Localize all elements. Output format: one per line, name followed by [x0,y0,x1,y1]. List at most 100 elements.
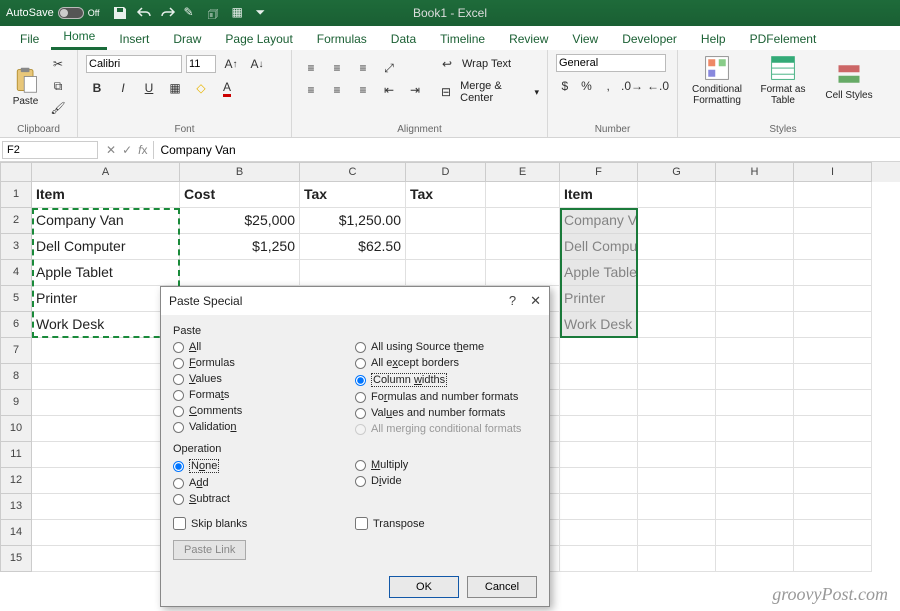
cell-A12[interactable] [32,468,180,494]
cell-I6[interactable] [794,312,872,338]
enter-icon[interactable]: ✓ [122,143,132,157]
bold-button[interactable]: B [86,78,108,98]
cell-G13[interactable] [638,494,716,520]
row-header-5[interactable]: 5 [0,286,32,312]
percent-icon[interactable]: % [578,76,596,96]
cell-C3[interactable]: $62.50 [300,234,406,260]
radio-subtract[interactable]: Subtract [173,493,355,505]
cell-I2[interactable] [794,208,872,234]
row-header-11[interactable]: 11 [0,442,32,468]
cell-I5[interactable] [794,286,872,312]
cell-F11[interactable] [560,442,638,468]
formula-input[interactable] [153,141,900,159]
cell-C1[interactable]: Tax [300,182,406,208]
cell-G11[interactable] [638,442,716,468]
cell-E2[interactable] [486,208,560,234]
radio-values[interactable]: Values [173,373,355,385]
cell-I10[interactable] [794,416,872,442]
number-format-select[interactable] [556,54,666,72]
cell-F6[interactable]: Work Desk [560,312,638,338]
grow-font-icon[interactable]: A↑ [220,54,242,74]
cell-G10[interactable] [638,416,716,442]
cell-H6[interactable] [716,312,794,338]
paste-button[interactable]: Paste [8,66,43,107]
row-header-2[interactable]: 2 [0,208,32,234]
tab-view[interactable]: View [560,28,610,50]
cell-A2[interactable]: Company Van [32,208,180,234]
cell-I3[interactable] [794,234,872,260]
col-header-B[interactable]: B [180,162,300,182]
merge-center-button[interactable]: ⊟Merge & Center▾ [436,80,539,104]
cell-B2[interactable]: $25,000 [180,208,300,234]
cell-A8[interactable] [32,364,180,390]
col-header-E[interactable]: E [486,162,560,182]
col-header-I[interactable]: I [794,162,872,182]
tab-data[interactable]: Data [379,28,428,50]
tab-review[interactable]: Review [497,28,560,50]
radio-divide[interactable]: Divide [355,475,537,487]
col-header-A[interactable]: A [32,162,180,182]
cell-G12[interactable] [638,468,716,494]
radio-comments[interactable]: Comments [173,405,355,417]
cell-E4[interactable] [486,260,560,286]
tab-insert[interactable]: Insert [107,28,161,50]
radio-add[interactable]: Add [173,477,355,489]
cell-C4[interactable] [300,260,406,286]
cell-G4[interactable] [638,260,716,286]
cell-A10[interactable] [32,416,180,442]
cell-F10[interactable] [560,416,638,442]
cell-G14[interactable] [638,520,716,546]
cell-I8[interactable] [794,364,872,390]
indent-inc-icon[interactable]: ⇥ [404,80,426,100]
cell-A3[interactable]: Dell Computer [32,234,180,260]
name-box[interactable] [2,141,98,159]
cell-A7[interactable] [32,338,180,364]
cell-I7[interactable] [794,338,872,364]
format-as-table-button[interactable]: Format as Table [752,54,814,106]
cell-A5[interactable]: Printer [32,286,180,312]
cell-A14[interactable] [32,520,180,546]
align-left-icon[interactable]: ≡ [300,80,322,100]
tab-help[interactable]: Help [689,28,738,50]
autosave-toggle[interactable]: AutoSave Off [6,7,100,19]
col-header-D[interactable]: D [406,162,486,182]
cell-A9[interactable] [32,390,180,416]
radio-formulas[interactable]: Formulas [173,357,355,369]
radio-all-using-source-theme[interactable]: All using Source theme [355,341,537,353]
row-header-14[interactable]: 14 [0,520,32,546]
radio-values-and-number-formats[interactable]: Values and number formats [355,407,537,419]
cell-B3[interactable]: $1,250 [180,234,300,260]
qat-icon[interactable]: ▦ [232,5,248,21]
cell-H12[interactable] [716,468,794,494]
close-icon[interactable]: ✕ [530,293,541,309]
cell-A13[interactable] [32,494,180,520]
cancel-entry-icon[interactable]: ✕ [106,143,116,157]
cell-I14[interactable] [794,520,872,546]
cell-G6[interactable] [638,312,716,338]
tab-home[interactable]: Home [51,25,107,50]
cell-F15[interactable] [560,546,638,572]
cell-F4[interactable]: Apple Tablet [560,260,638,286]
tab-file[interactable]: File [8,28,51,50]
row-header-7[interactable]: 7 [0,338,32,364]
indent-dec-icon[interactable]: ⇤ [378,80,400,100]
radio-multiply[interactable]: Multiply [355,459,537,471]
cell-F9[interactable] [560,390,638,416]
undo-icon[interactable] [136,5,152,21]
copy-icon[interactable]: ⧉ [47,76,69,96]
cell-H8[interactable] [716,364,794,390]
fx-icon[interactable]: fx [138,143,147,157]
cell-H7[interactable] [716,338,794,364]
borders-icon[interactable]: ▦ [164,78,186,98]
cell-F14[interactable] [560,520,638,546]
radio-all[interactable]: All [173,341,355,353]
ok-button[interactable]: OK [389,576,459,598]
cell-I15[interactable] [794,546,872,572]
transpose-checkbox[interactable]: Transpose [355,517,537,530]
col-header-C[interactable]: C [300,162,406,182]
help-icon[interactable]: ? [509,293,516,309]
comma-icon[interactable]: , [599,76,617,96]
cell-H15[interactable] [716,546,794,572]
cell-G9[interactable] [638,390,716,416]
cell-D1[interactable]: Tax [406,182,486,208]
